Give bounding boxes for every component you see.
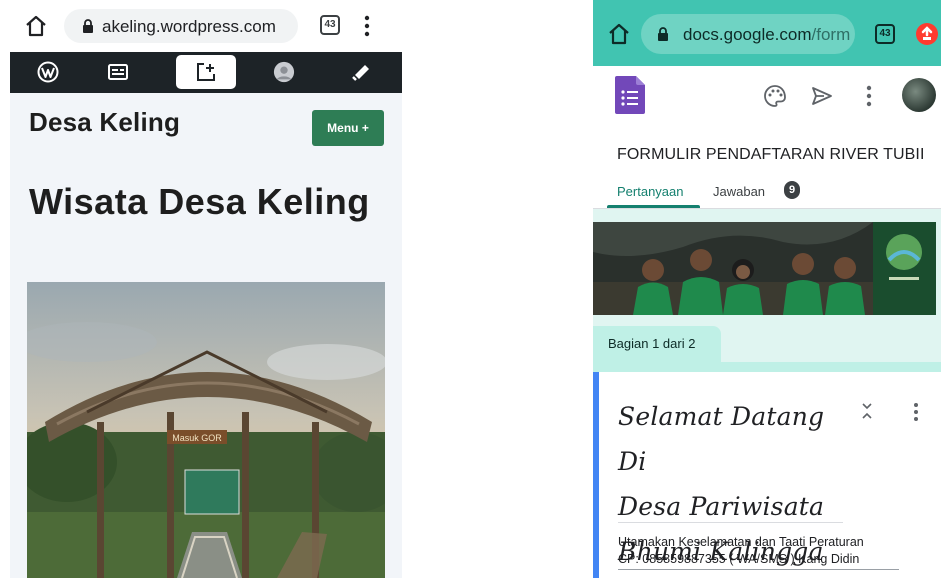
url-text: docs.google.com/form <box>683 25 850 45</box>
description-line[interactable]: Utamakan Keselamatan dan Taati Peraturan <box>618 535 864 549</box>
gor-sign-text: Masuk GOR <box>172 433 222 443</box>
url-path: /form <box>811 25 851 44</box>
forms-toolbar <box>593 66 941 132</box>
more-vert-icon[interactable] <box>913 402 919 422</box>
lock-icon <box>658 27 668 41</box>
section-header-tab: Bagian 1 dari 2 <box>593 326 721 364</box>
profile-avatar-icon[interactable] <box>272 61 296 83</box>
url-host: docs.google.com <box>683 25 812 44</box>
palette-icon[interactable] <box>763 84 787 108</box>
more-vert-icon[interactable] <box>866 84 872 108</box>
browser-toolbar: docs.google.com/form 43 <box>593 0 941 66</box>
send-icon[interactable] <box>811 86 833 106</box>
tab-responses[interactable]: Jawaban <box>713 184 765 199</box>
more-vert-icon[interactable] <box>364 14 370 38</box>
extension-icon[interactable] <box>916 23 938 45</box>
site-title[interactable]: Desa Keling <box>29 107 180 138</box>
site-page: Desa Keling Menu + Wisata Desa Keling Ma… <box>10 93 402 578</box>
section-title-card[interactable]: Selamat Datang Di Desa Pariwisata Bhumi … <box>593 372 941 578</box>
gazebo-photo: Masuk GOR <box>27 282 385 578</box>
description-underline <box>618 569 899 570</box>
description-line[interactable]: CP: 085859887355 ( WA/SMS ) Kang Didin <box>618 552 859 566</box>
notifications-bell-icon[interactable] <box>350 61 372 83</box>
wordpress-logo-icon[interactable] <box>37 61 59 83</box>
card-accent-bar <box>593 372 599 578</box>
responses-count-badge: 9 <box>784 181 800 199</box>
browser-toolbar: akeling.wordpress.com 43 <box>10 0 402 52</box>
new-post-icon <box>197 63 215 81</box>
address-bar[interactable]: akeling.wordpress.com <box>64 9 298 43</box>
collapse-icon[interactable] <box>861 402 873 420</box>
hero-image: Masuk GOR <box>27 282 385 578</box>
google-forms-phone-screen: docs.google.com/form 43 FORMULIR PENDAFT… <box>593 0 941 578</box>
wordpress-phone-screen: akeling.wordpress.com 43 Desa Keling Men… <box>10 0 402 578</box>
new-post-button[interactable] <box>176 55 236 89</box>
wordpress-admin-bar <box>10 52 402 93</box>
post-title: Wisata Desa Keling <box>29 181 370 222</box>
tab-switcher-icon[interactable]: 43 <box>320 15 340 35</box>
form-header-image <box>593 222 936 315</box>
account-avatar[interactable] <box>902 78 936 112</box>
section-strip <box>593 362 941 372</box>
section-label: Bagian 1 dari 2 <box>608 336 696 351</box>
tab-switcher-icon[interactable]: 43 <box>875 24 895 44</box>
form-title: FORMULIR PENDAFTARAN RIVER TUBII <box>617 146 925 163</box>
menu-button[interactable]: Menu + <box>312 110 384 146</box>
url-text: akeling.wordpress.com <box>102 17 276 36</box>
reader-icon[interactable] <box>107 61 129 83</box>
welcome-line: Selamat Datang Di <box>618 402 825 476</box>
address-bar[interactable]: docs.google.com/form <box>641 14 855 54</box>
lock-icon <box>83 19 93 33</box>
group-photo <box>593 222 936 315</box>
google-forms-logo-icon[interactable] <box>615 76 645 114</box>
tab-questions[interactable]: Pertanyaan <box>617 184 684 199</box>
home-icon[interactable] <box>24 14 48 38</box>
home-icon[interactable] <box>607 22 631 46</box>
title-underline <box>618 522 843 523</box>
